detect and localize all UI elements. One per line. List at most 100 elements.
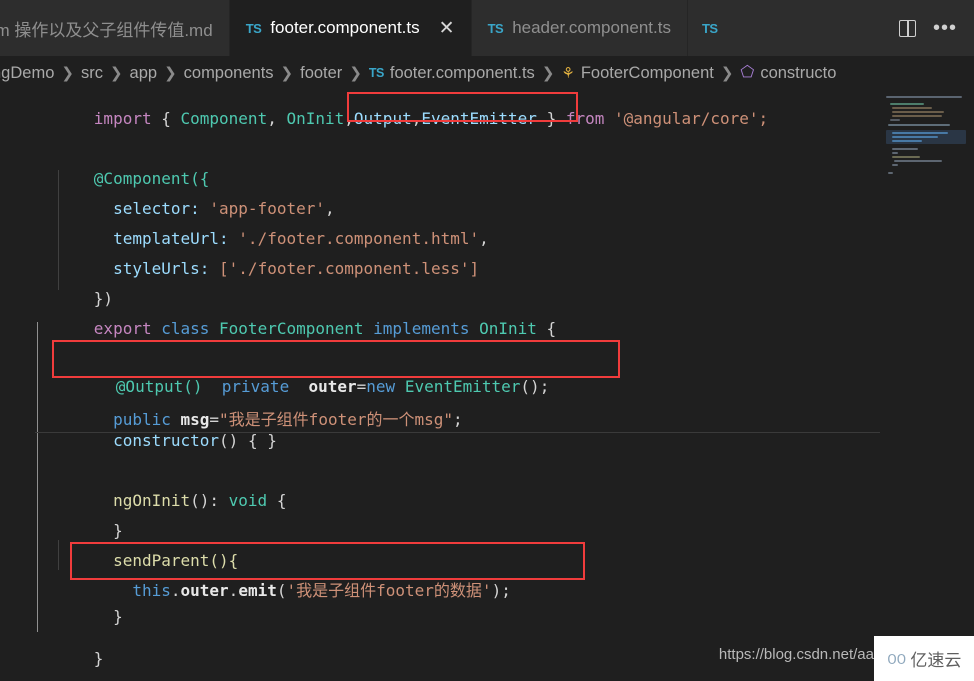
token-parens: () [219,431,248,450]
minimap-line [892,148,918,150]
breadcrumb-label: ngDemo [0,63,55,82]
token-from-keyword: from [565,109,605,128]
breadcrumb-label: FooterComponent [580,63,714,82]
chevron-right-icon: ❯ [541,65,555,82]
editor-actions: ••• [878,0,974,56]
method-symbol-icon: ⬠ [740,64,755,81]
breadcrumb-label: constructo [760,63,837,82]
token-comma: , [411,109,422,128]
token-implements-keyword: implements [363,319,480,338]
tab-overflow-next[interactable]: TS [687,0,732,56]
token-comma: , [344,109,354,128]
minimap-line [892,111,944,113]
code-line-templateurl: templateUrl: './footer.component.html', [36,210,489,248]
watermark-url: https://blog.csdn.net/aa [718,646,874,663]
minimap-line [886,96,962,98]
code-line-output-declaration: @Output() private outer=new EventEmitter… [58,358,550,396]
minimap-line [892,156,920,158]
chevron-right-icon: ❯ [164,65,177,82]
breadcrumb-item-file[interactable]: TS footer.component.ts [369,64,535,83]
token-comma: , [479,229,489,248]
token-eventemitter: EventEmitter [421,109,537,128]
token-emit-method: emit [238,581,277,600]
watermark-logo-text: 亿速云 [910,651,962,670]
token-class-keyword: class [151,319,220,338]
token-emit-argument: '我是子组件footer的数据' [286,581,492,600]
token-dot: . [170,581,181,600]
breadcrumb-item-constructor[interactable]: ⬠ constructo [740,64,836,83]
chevron-right-icon: ❯ [61,65,74,82]
breadcrumb-label: components [183,63,274,82]
code-line-component-decorator: @Component({ [36,150,210,188]
minimap-line [892,115,942,117]
breadcrumb-item-ngdemo[interactable]: ngDemo [0,64,54,83]
token-class-name: FooterComponent [219,319,364,338]
code-line-selector: selector: 'app-footer', [36,180,335,218]
breadcrumb-label: footer.component.ts [389,63,535,82]
minimap-line [888,124,950,126]
code-line-class-declaration: export class FooterComponent implements … [36,300,556,338]
vscode-editor-window: om 操作以及父子组件传值.md TS footer.component.ts … [0,0,974,681]
token-comma: , [267,109,287,128]
cloud-icon: ൦൦ [886,647,906,669]
token-component: Component [180,109,268,128]
tab-footer-component[interactable]: TS footer.component.ts ✕ [229,0,471,56]
minimap-line [894,160,942,162]
token-call-end: ); [491,581,511,600]
token-styleurls-value: ['./footer.component.less'] [219,259,480,278]
breadcrumb-item-app[interactable]: app [130,64,158,83]
breadcrumb-item-src[interactable]: src [81,64,103,83]
tab-label: header.component.ts [512,18,671,37]
editor-tab-bar: om 操作以及父子组件传值.md TS footer.component.ts … [0,0,974,56]
minimap-line [892,164,898,166]
split-editor-button[interactable] [890,11,924,45]
chevron-right-icon: ❯ [720,65,734,82]
breadcrumb-item-footer[interactable]: footer [300,64,342,83]
code-editor[interactable]: import { Component, OnInit,Output,EventE… [0,90,974,681]
breadcrumb-label: footer [300,63,343,82]
code-line-class-close: } [36,630,104,668]
token-parens: (): [190,491,229,510]
code-line-sendparent-close: } [36,588,123,626]
ellipsis-icon: ••• [932,17,957,39]
breadcrumb-item-components[interactable]: components [184,64,274,83]
code-line-emit-call: this.outer.emit('我是子组件footer的数据'); [36,558,511,600]
token-output: Output [353,109,412,128]
tab-header-component[interactable]: TS header.component.ts [471,0,687,56]
breadcrumb-item-class[interactable]: ⚘ FooterComponent [561,64,713,83]
split-editor-icon [898,19,916,37]
chevron-right-icon: ❯ [349,65,362,82]
token-brace-open: { [267,491,287,510]
typescript-file-icon: TS [245,20,262,36]
watermark-logo: ൦൦ 亿速云 [874,636,974,681]
token-brace-open-matched: { [246,428,260,453]
close-icon[interactable]: ✕ [439,19,455,38]
token-oninit: OnInit [286,109,345,128]
chevron-right-icon: ❯ [109,65,123,82]
typescript-file-icon: TS [487,20,504,36]
token-export-keyword: export [93,319,152,338]
minimap-line [892,152,898,154]
minimap-selection [886,130,966,144]
editor-minimap[interactable] [880,90,974,681]
breadcrumb: ngDemo ❯ src ❯ app ❯ components ❯ footer… [0,56,974,90]
tab-markdown-file[interactable]: om 操作以及父子组件传值.md [0,0,229,56]
more-actions-button[interactable]: ••• [928,11,962,45]
minimap-line [888,172,893,174]
token-brace-open: { [151,109,181,128]
code-line-styleurls: styleUrls: ['./footer.component.less'] [36,240,479,278]
chevron-right-icon: ❯ [280,65,294,82]
token-brace-close: } [536,109,566,128]
tab-label: om 操作以及父子组件传值.md [0,20,213,40]
code-line-constructor: constructor() { } [36,412,279,453]
typescript-file-icon: TS [701,20,718,36]
code-line-ngoninit: ngOnInit(): void { [36,472,286,510]
token-brace-close-matched: } [265,428,279,453]
code-line-decorator-close: }) [36,270,113,308]
token-brace-close: } [93,607,123,626]
token-module-path: '@angular/core'; [604,109,769,128]
tab-label: footer.component.ts [270,18,420,37]
minimap-line [890,103,924,105]
token-void-type: void [228,491,268,510]
